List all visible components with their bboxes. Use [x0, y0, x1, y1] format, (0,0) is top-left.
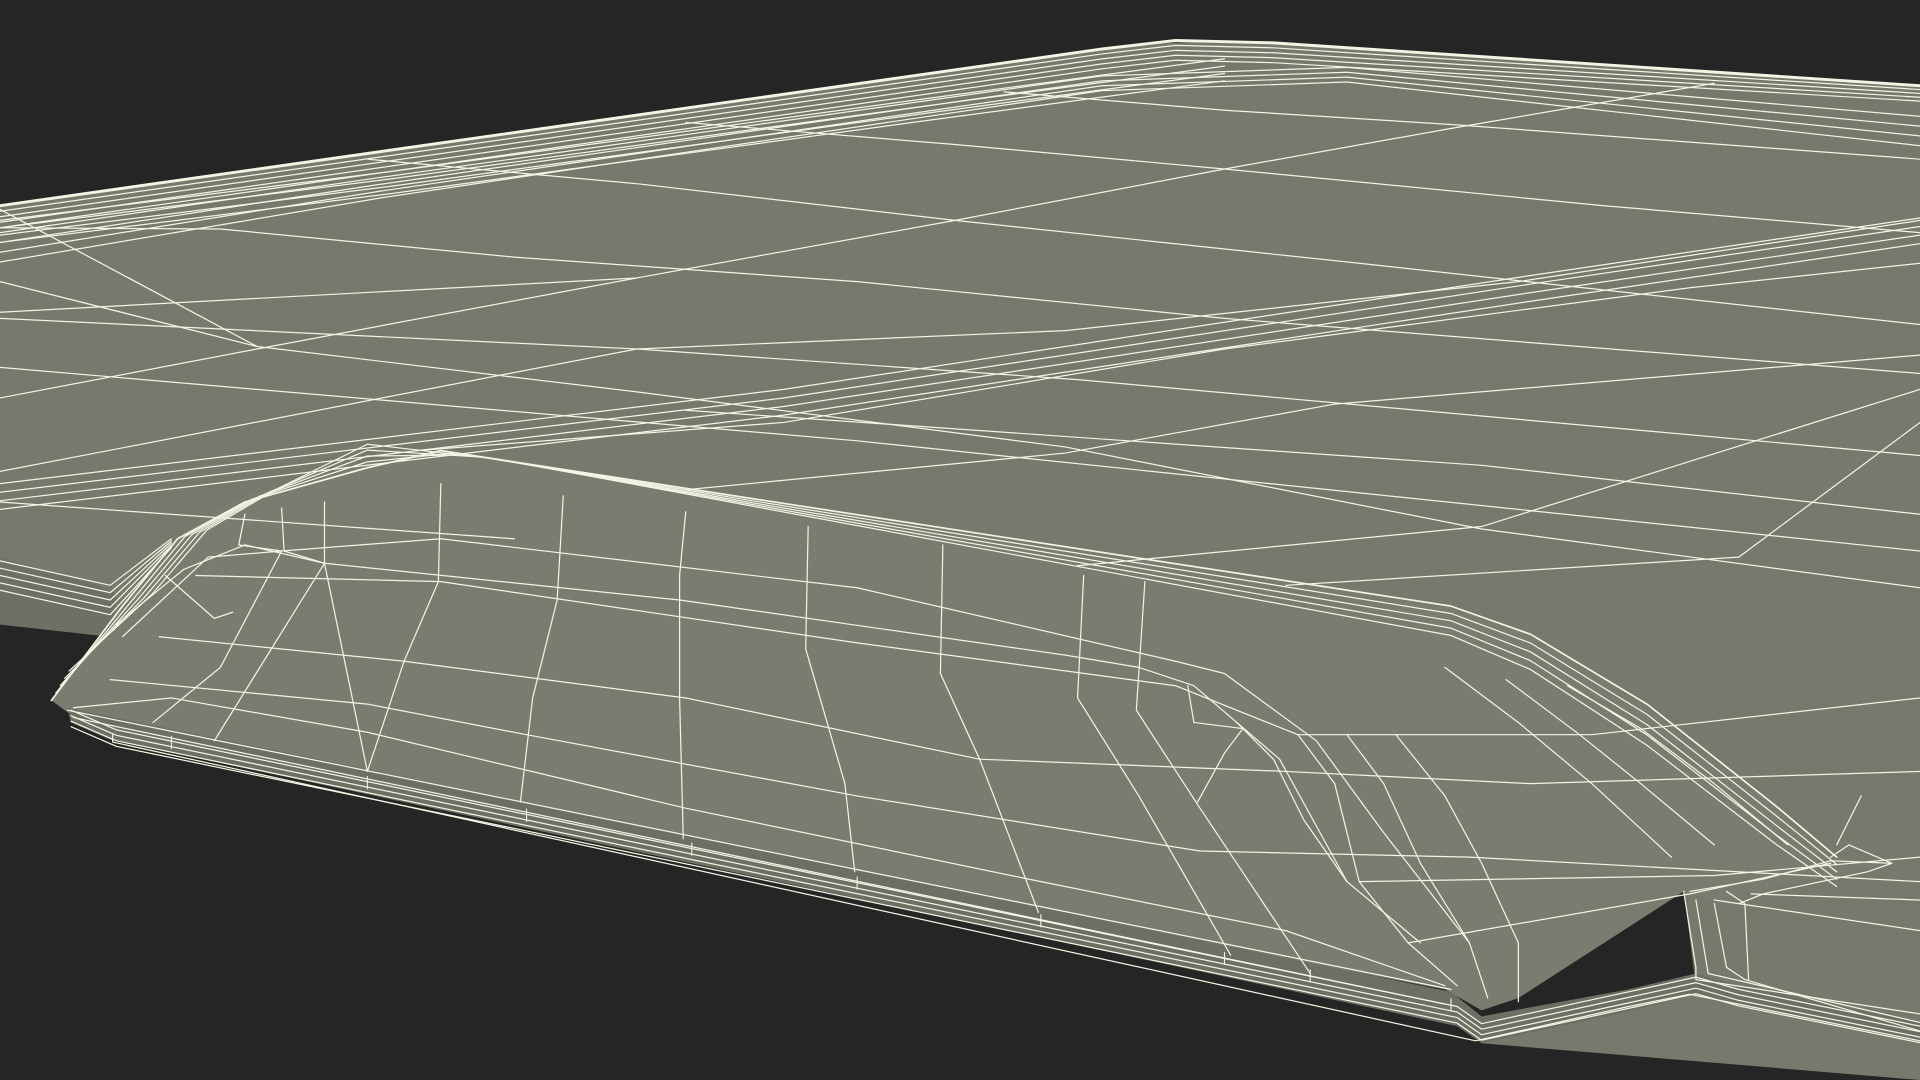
wireframe-viewport [0, 0, 1920, 1080]
wireframe-model [0, 0, 1920, 1080]
